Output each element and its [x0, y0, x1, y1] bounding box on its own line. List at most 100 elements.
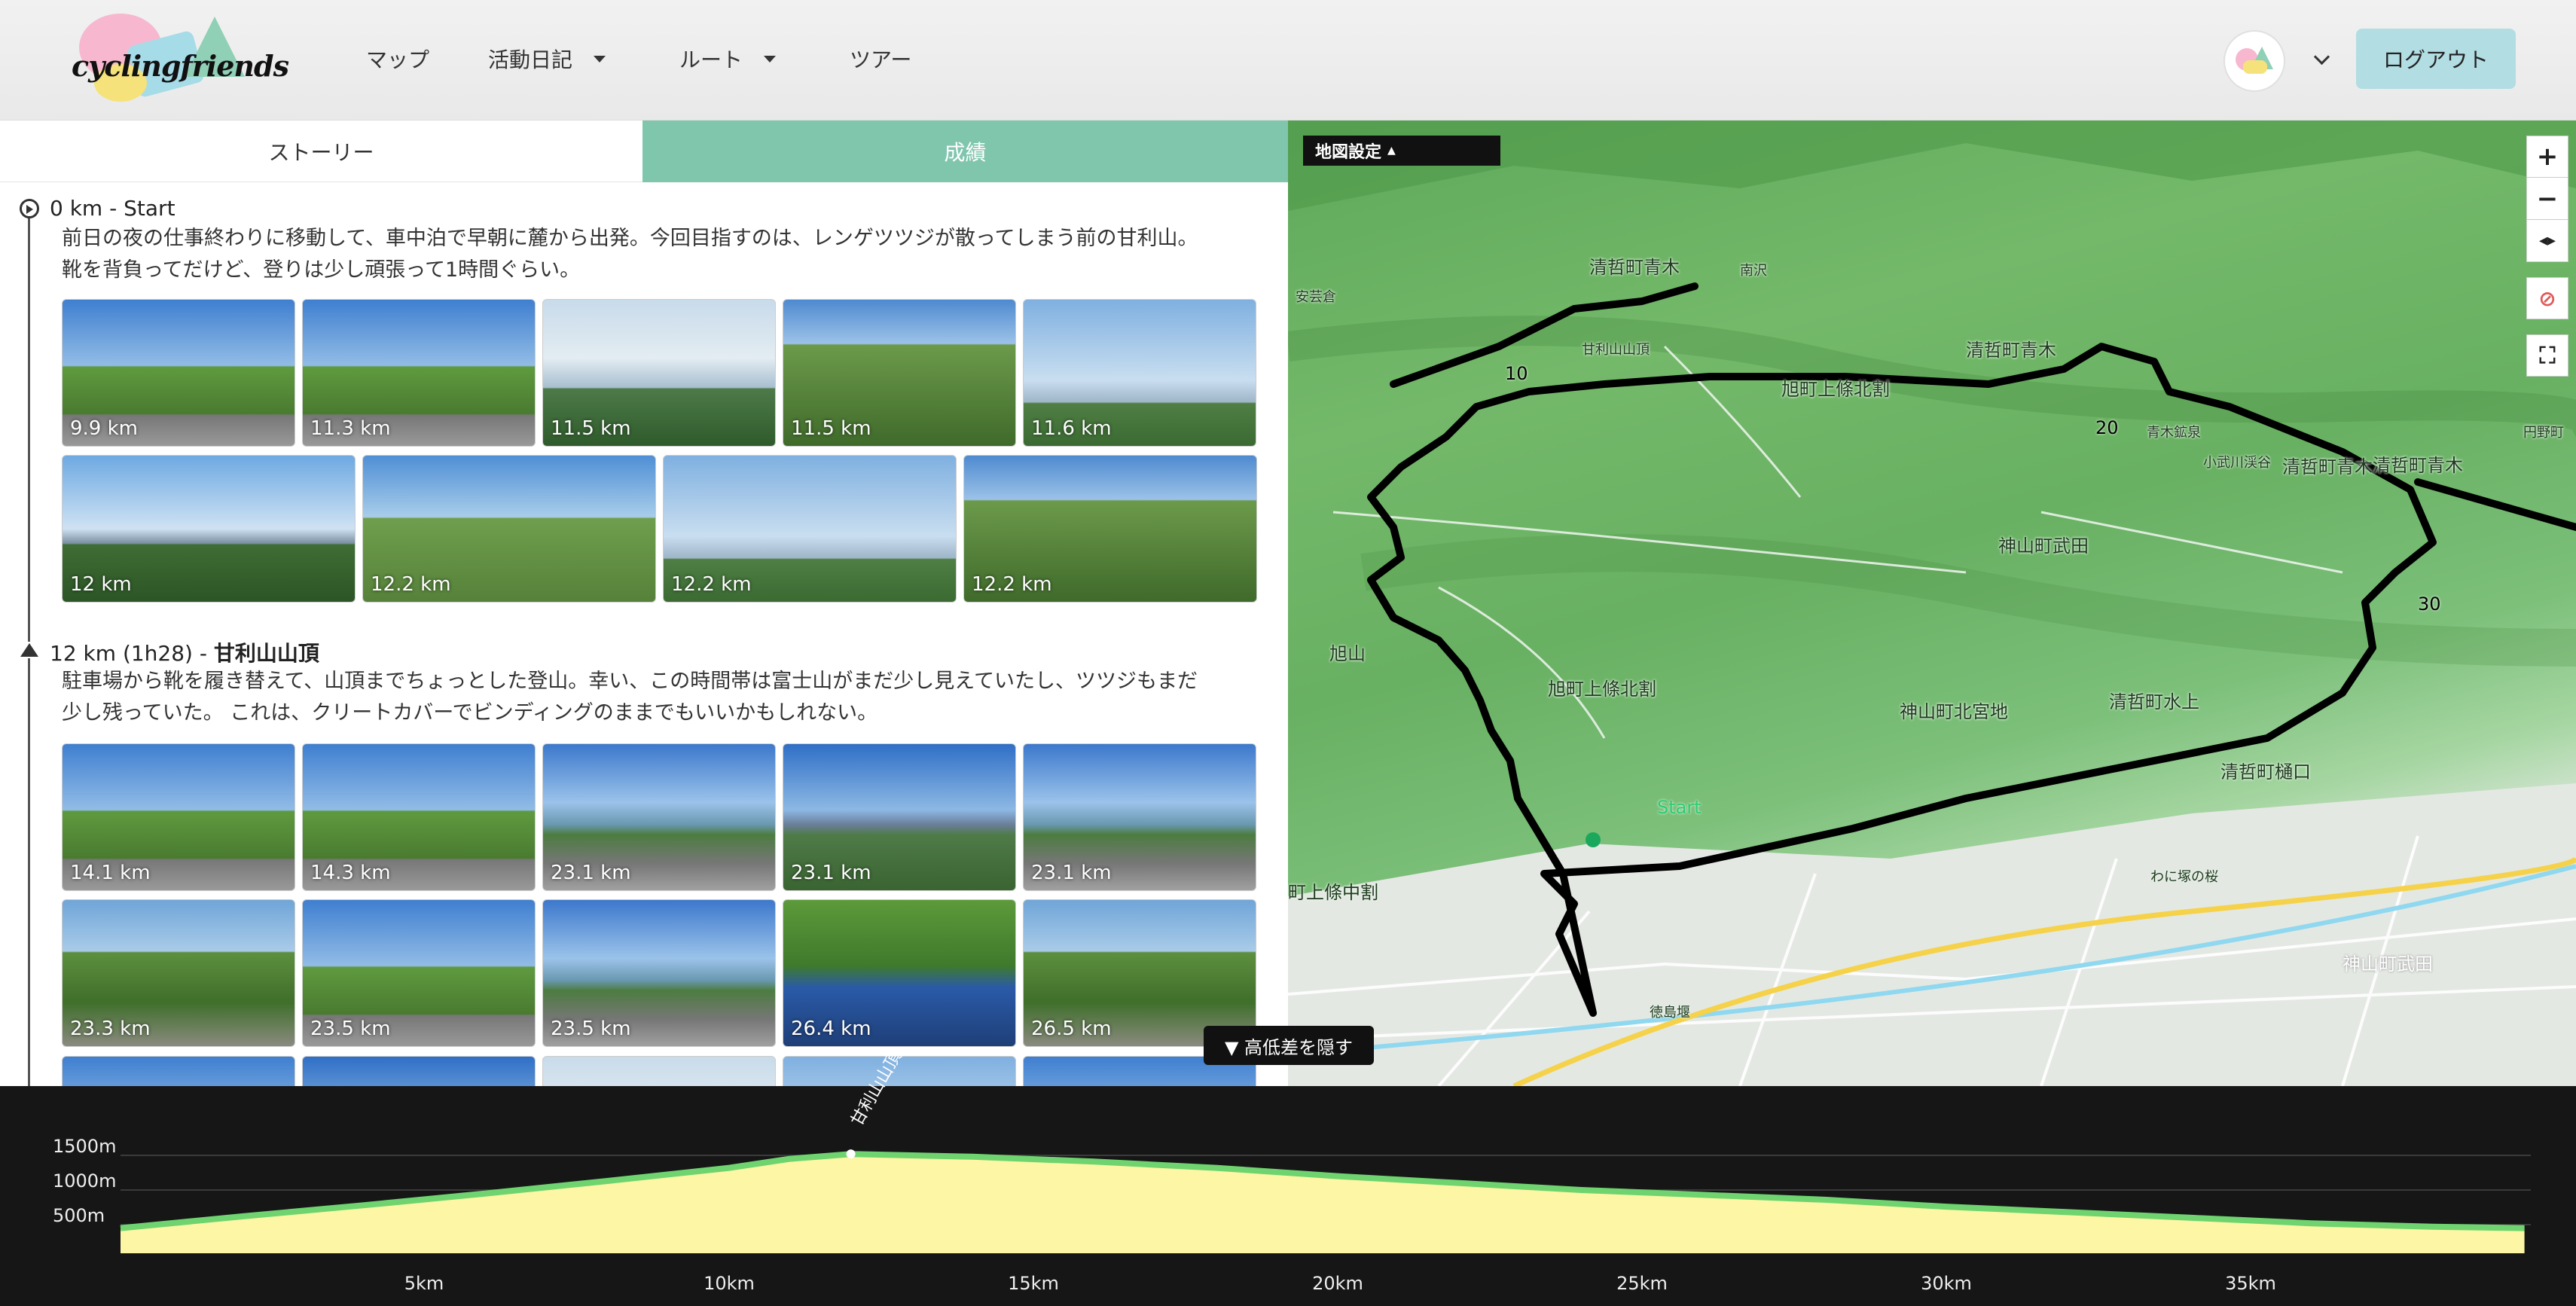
- photo-distance: 26.4 km: [791, 1018, 871, 1040]
- nav-route[interactable]: ルート: [679, 44, 777, 74]
- x-tick: 15km: [1008, 1273, 1059, 1294]
- y-tick: 1000m: [53, 1170, 117, 1192]
- story-photo[interactable]: [62, 1056, 295, 1086]
- map-label: 清哲町樋口: [2220, 761, 2311, 783]
- fullscreen-icon[interactable]: ⛶: [2526, 334, 2568, 377]
- story-photo[interactable]: 12.2 km: [663, 455, 957, 603]
- photo-distance: 11.5 km: [791, 417, 871, 440]
- waypoint-distance: 12 km: [50, 641, 117, 666]
- story-photo[interactable]: 23.1 km: [783, 743, 1016, 891]
- hide-elevation-button[interactable]: ▼ 高低差を隠す: [1204, 1026, 1374, 1065]
- story-photo[interactable]: 23.1 km: [542, 743, 776, 891]
- user-avatar[interactable]: [2225, 32, 2284, 90]
- start-marker-icon: [20, 199, 39, 218]
- y-tick: 1500m: [53, 1136, 117, 1157]
- x-tick: 25km: [1616, 1273, 1668, 1294]
- chevron-down-icon: [594, 55, 606, 63]
- map-label: 南沢: [1740, 263, 1767, 279]
- zoom-in-button[interactable]: +: [2526, 136, 2568, 178]
- photo-distance: 23.1 km: [791, 862, 871, 884]
- story-photo[interactable]: 26.5 km: [1023, 899, 1256, 1047]
- photo-distance: 12.2 km: [371, 573, 451, 596]
- photo-distance: 23.3 km: [70, 1018, 151, 1040]
- story-photo[interactable]: 23.3 km: [62, 899, 295, 1047]
- waypoint-text-line: 靴を背負ってだけど、登りは少し頑張って1時間ぐらい。: [62, 258, 581, 282]
- story-photo[interactable]: 14.3 km: [302, 743, 536, 891]
- map-label: 清哲町水上: [2109, 691, 2199, 713]
- map-label: 神山町北宮地: [1900, 701, 2008, 722]
- waypoint-title: 12 km (1h28) - 甘利山山頂: [50, 637, 319, 667]
- nav-tour[interactable]: ツアー: [850, 44, 911, 74]
- map-label: わに塚の桜: [2150, 869, 2218, 885]
- site-logo[interactable]: cyclingfriends: [72, 8, 289, 113]
- waypoint-title: 0 km - Start: [50, 196, 175, 221]
- map-label: 甘利山山頂: [1582, 342, 1650, 358]
- summit-marker-icon: [18, 642, 41, 658]
- map-controls: + − ◂▸ ⊘ ⛶: [2526, 136, 2568, 377]
- story-photo[interactable]: 23.5 km: [542, 899, 776, 1047]
- waypoint-text-line: 少し残っていた。 これは、クリートカバーでビンディングのままでもいいかもしれない…: [62, 701, 878, 725]
- top-header: cyclingfriends マップ 活動日記 ルート ツアー ログアウト: [0, 0, 2576, 121]
- peak-marker: [846, 1149, 856, 1159]
- waypoint-text-line: 駐車場から靴を履き替えて、山頂までちょっとした登山。幸い、この時間帯は富士山がま…: [62, 670, 1198, 693]
- waypoint-separator: -: [109, 196, 118, 221]
- story-photo[interactable]: 11.5 km: [542, 299, 776, 447]
- map-label: 徳島堰: [1650, 1005, 1690, 1021]
- elevation-profile[interactable]: 1500m 1000m 500m 5km 10km 15km 20km 25km…: [0, 1086, 2576, 1306]
- map-label: 旭山: [1329, 643, 1366, 664]
- photo-distance: 14.1 km: [70, 862, 151, 884]
- story-photo[interactable]: 14.1 km: [62, 743, 295, 891]
- photo-distance: 12 km: [70, 573, 132, 596]
- waypoint-name: 甘利山山頂: [213, 641, 319, 666]
- map-label: 清哲町青木: [1966, 340, 2056, 361]
- story-photo[interactable]: 12.2 km: [362, 455, 656, 603]
- map-label: 青木鉱泉: [2147, 425, 2201, 441]
- photo-distance: 14.3 km: [310, 862, 391, 884]
- story-photo[interactable]: 9.9 km: [62, 299, 295, 447]
- story-panel[interactable]: 0 km - Start 前日の夜の仕事終わりに移動して、車中泊で早朝に麓から出…: [0, 182, 1288, 1086]
- nav-activity-diary[interactable]: 活動日記: [488, 44, 606, 74]
- waypoint-time: (1h28): [122, 641, 193, 666]
- tab-story[interactable]: ストーリー: [0, 121, 642, 182]
- tab-results[interactable]: 成績: [642, 121, 1288, 182]
- photo-distance: 23.5 km: [551, 1018, 631, 1040]
- story-photo[interactable]: 11.3 km: [302, 299, 536, 447]
- user-menu-chevron-icon[interactable]: [2316, 51, 2328, 63]
- map-label: 小武川渓谷: [2203, 455, 2271, 471]
- nav-map[interactable]: マップ: [366, 44, 429, 74]
- map-label: 町上條中割: [1288, 882, 1378, 903]
- story-photo[interactable]: 11.6 km: [1023, 299, 1256, 447]
- km-marker: 10: [1505, 363, 1528, 384]
- map-label: 清哲町青木: [2373, 455, 2463, 476]
- km-marker: 30: [2418, 593, 2441, 615]
- story-photo[interactable]: [302, 1056, 536, 1086]
- story-photo[interactable]: 23.5 km: [302, 899, 536, 1047]
- zoom-out-button[interactable]: −: [2526, 178, 2568, 220]
- map-settings-button[interactable]: 地図設定 ▲: [1303, 136, 1500, 166]
- location-icon[interactable]: ⊘: [2526, 277, 2568, 319]
- map-label: 円野町: [2523, 425, 2564, 441]
- map-label: 清哲町青木: [2282, 456, 2373, 478]
- elevation-chart: [120, 1149, 2531, 1253]
- logout-button[interactable]: ログアウト: [2356, 29, 2516, 89]
- story-photo[interactable]: 12 km: [62, 455, 356, 603]
- nav-tour-label: ツアー: [850, 47, 912, 72]
- x-tick: 30km: [1921, 1273, 1972, 1294]
- photo-distance: 11.6 km: [1031, 417, 1112, 440]
- story-photo[interactable]: 26.4 km: [783, 899, 1016, 1047]
- story-photo[interactable]: [542, 1056, 776, 1086]
- photo-distance: 23.5 km: [310, 1018, 391, 1040]
- compass-icon[interactable]: ◂▸: [2526, 220, 2568, 262]
- y-tick: 500m: [53, 1205, 105, 1226]
- map-label: 旭町上條北割: [1781, 379, 1890, 400]
- story-photo[interactable]: 23.1 km: [1023, 743, 1256, 891]
- photo-distance: 12.2 km: [972, 573, 1052, 596]
- logo-text: cyclingfriends: [72, 49, 289, 83]
- nav-map-label: マップ: [366, 47, 430, 72]
- terrain-map[interactable]: 地図設定 ▲ + − ◂▸ ⊘ ⛶ 清哲町青木 甘利山山頂 旭町上條北割 清哲町…: [1288, 121, 2576, 1086]
- story-photo[interactable]: 11.5 km: [783, 299, 1016, 447]
- map-label: 清哲町青木: [1589, 257, 1680, 278]
- story-photo[interactable]: 12.2 km: [963, 455, 1257, 603]
- map-settings-label: 地図設定: [1315, 143, 1382, 162]
- map-terrain-layer: [1288, 121, 2576, 1086]
